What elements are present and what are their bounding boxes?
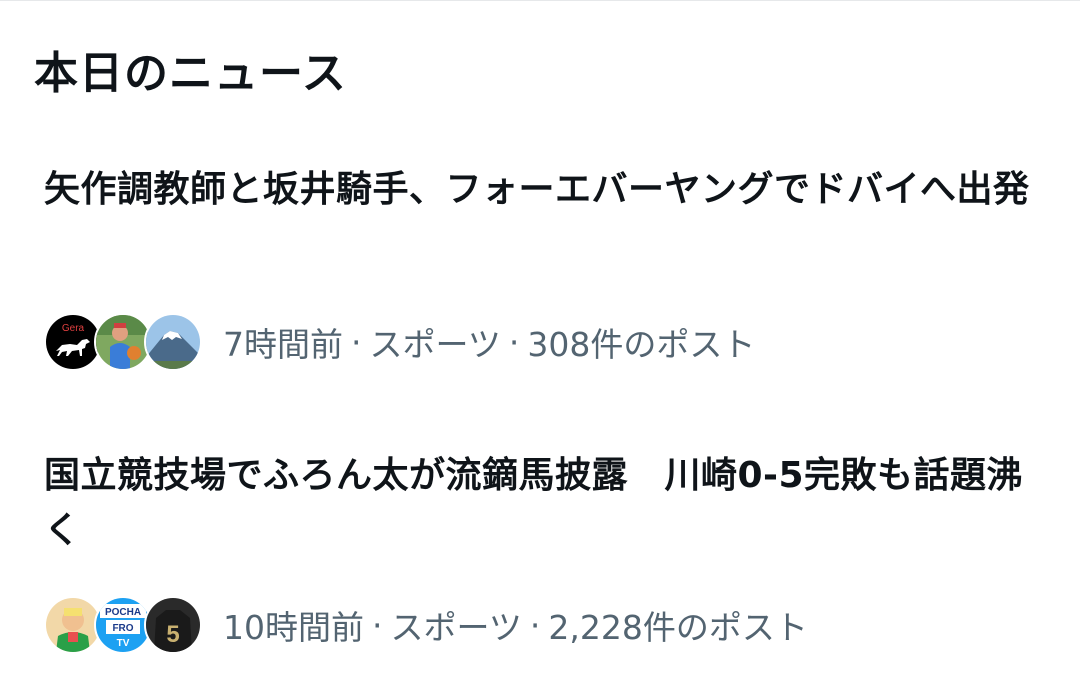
news-category: スポーツ (369, 325, 501, 364)
news-time: 10時間前 (223, 608, 364, 647)
news-headline[interactable]: 矢作調教師と坂井騎手、フォーエバーヤングでドバイへ出発 (44, 162, 1034, 217)
top-divider (0, 0, 1080, 1)
news-post-count: 2,228件のポスト (548, 608, 808, 647)
avatar-stack: Gera (44, 313, 202, 371)
news-item[interactable]: 矢作調教師と坂井騎手、フォーエバーヤングでドバイへ出発 Gera 7時間前 · … (44, 162, 1034, 371)
avatar-logo-text: Gera (62, 323, 85, 334)
svg-text:5: 5 (166, 621, 179, 648)
separator-dot: · (351, 322, 362, 362)
news-category: スポーツ (390, 608, 522, 647)
svg-text:FRO: FRO (112, 623, 133, 634)
news-meta-text: 7時間前 · スポーツ · 308件のポスト (223, 318, 755, 366)
news-item[interactable]: 国立競技場でふろん太が流鏑馬披露 川崎0-5完敗も話題沸く POCHA FRO … (44, 448, 1034, 654)
svg-text:POCHA: POCHA (105, 607, 141, 618)
separator-dot: · (372, 605, 383, 645)
news-meta: POCHA FRO TV 5 10時間前 · スポーツ · 2,228件のポスト (44, 596, 808, 654)
news-meta: Gera 7時間前 · スポーツ · 308件のポスト (44, 313, 755, 371)
jersey-avatar: 5 (144, 596, 202, 654)
mount-fuji-avatar (144, 313, 202, 371)
svg-text:TV: TV (117, 638, 130, 649)
avatar-stack: POCHA FRO TV 5 (44, 596, 202, 654)
news-time: 7時間前 (223, 325, 343, 364)
news-meta-text: 10時間前 · スポーツ · 2,228件のポスト (223, 601, 808, 649)
separator-dot: · (508, 322, 520, 362)
separator-dot: · (529, 605, 541, 645)
news-headline[interactable]: 国立競技場でふろん太が流鏑馬披露 川崎0-5完敗も話題沸く (44, 448, 1034, 558)
section-title: 本日のニュース (34, 48, 347, 99)
news-post-count: 308件のポスト (527, 325, 756, 364)
